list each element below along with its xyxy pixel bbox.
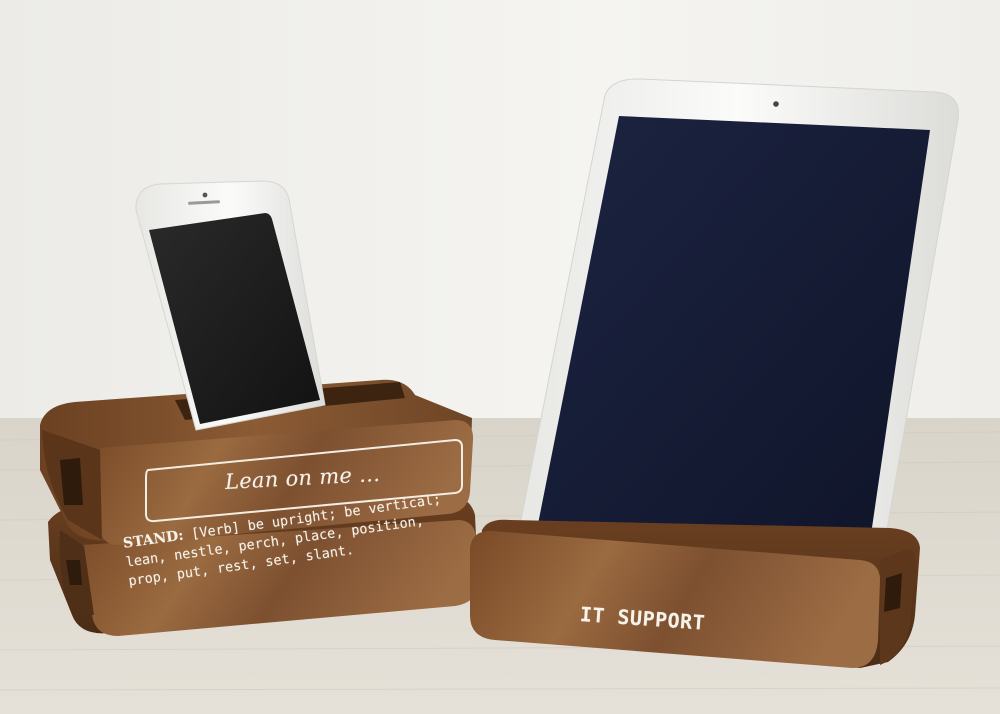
product-photo (0, 0, 1000, 714)
tablet-camera (773, 101, 779, 107)
phone-camera (202, 192, 208, 198)
